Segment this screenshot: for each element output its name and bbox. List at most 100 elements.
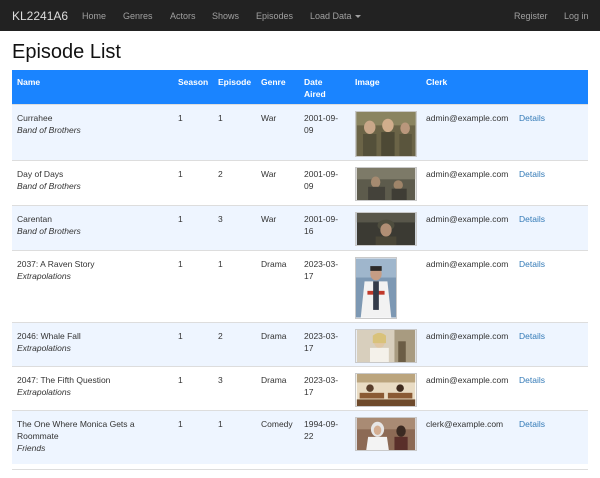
- series-name: Band of Brothers: [17, 181, 81, 191]
- date-line2: 17: [304, 387, 314, 397]
- season-cell: 1: [178, 169, 183, 179]
- series-name: Extrapolations: [17, 343, 71, 353]
- clerk-cell: admin@example.com: [426, 331, 509, 341]
- date-line2: 09: [304, 181, 314, 191]
- date-line1: 2023-03-: [304, 331, 339, 341]
- clerk-cell: admin@example.com: [426, 214, 509, 224]
- clerk-cell: admin@example.com: [426, 375, 509, 385]
- date-line2: 17: [304, 343, 314, 353]
- episode-name-cell: 2046: Whale Fall Extrapolations: [17, 330, 81, 354]
- episode-thumbnail: [355, 373, 417, 407]
- nav-login[interactable]: Log in: [564, 11, 589, 21]
- page-title: Episode List: [12, 41, 121, 63]
- table-row: 2046: Whale Fall Extrapolations 1 2 Drama…: [12, 322, 588, 366]
- clerk-cell: admin@example.com: [426, 169, 509, 179]
- episode-name: 2037: A Raven Story: [17, 259, 95, 269]
- date-line2: 09: [304, 125, 314, 135]
- episode-name: Currahee: [17, 113, 53, 123]
- nav-episodes[interactable]: Episodes: [256, 11, 293, 21]
- col-genre: Genre: [261, 77, 286, 87]
- date-cell: 2001-09- 16: [304, 213, 338, 237]
- date-line1: 2001-09-: [304, 214, 339, 224]
- details-link[interactable]: Details: [519, 418, 545, 430]
- nav-actors[interactable]: Actors: [170, 11, 196, 21]
- season-cell: 1: [178, 331, 183, 341]
- date-cell: 2001-09- 09: [304, 168, 338, 192]
- col-clerk: Clerk: [426, 77, 448, 87]
- date-line1: 2023-03-: [304, 375, 339, 385]
- details-link[interactable]: Details: [519, 112, 545, 124]
- episode-table: Name Season Episode Genre Date Aired Imag…: [12, 70, 588, 464]
- nav-home[interactable]: Home: [82, 11, 106, 21]
- nav-load-data-dropdown[interactable]: Load Data: [310, 11, 361, 21]
- genre-cell: Comedy: [261, 419, 293, 429]
- episode-name-cell: Carentan Band of Brothers: [17, 213, 81, 237]
- nav-register[interactable]: Register: [514, 11, 548, 21]
- episode-thumbnail: [355, 212, 417, 246]
- date-cell: 2001-09- 09: [304, 112, 338, 136]
- series-name: Band of Brothers: [17, 226, 81, 236]
- table-header: Name Season Episode Genre Date Aired Imag…: [12, 70, 588, 104]
- episode-name: 2046: Whale Fall: [17, 331, 81, 341]
- date-line1: 1994-09-: [304, 419, 339, 429]
- col-image: Image: [355, 77, 380, 87]
- nav-genres[interactable]: Genres: [123, 11, 153, 21]
- episode-thumbnail: [355, 111, 417, 157]
- episode-name: Day of Days: [17, 169, 64, 179]
- genre-cell: War: [261, 169, 277, 179]
- table-row: Carentan Band of Brothers 1 3 War 2001-09…: [12, 205, 588, 250]
- date-cell: 2023-03- 17: [304, 374, 338, 398]
- date-cell: 2023-03- 17: [304, 330, 338, 354]
- date-line1: 2001-09-: [304, 113, 339, 123]
- episode-name-cell: 2047: The Fifth Question Extrapolations: [17, 374, 110, 398]
- col-season: Season: [178, 77, 209, 87]
- genre-cell: Drama: [261, 331, 287, 341]
- details-link[interactable]: Details: [519, 258, 545, 270]
- episode-cell: 2: [218, 331, 223, 341]
- table-row: Currahee Band of Brothers 1 1 War 2001-09…: [12, 104, 588, 160]
- caret-down-icon: [354, 15, 361, 19]
- details-link[interactable]: Details: [519, 374, 545, 386]
- table-row: The One Where Monica Gets a Roommate Frien…: [12, 410, 588, 464]
- episode-name-cell: Currahee Band of Brothers: [17, 112, 81, 136]
- clerk-cell: admin@example.com: [426, 113, 509, 123]
- season-cell: 1: [178, 375, 183, 385]
- clerk-cell: clerk@example.com: [426, 419, 504, 429]
- episode-thumbnail: [355, 329, 417, 363]
- episode-cell: 1: [218, 113, 223, 123]
- episode-name: 2047: The Fifth Question: [17, 375, 111, 385]
- series-name: Band of Brothers: [17, 125, 81, 135]
- episode-name: Carentan: [17, 214, 52, 224]
- table-row: 2037: A Raven Story Extrapolations 1 1 Dr…: [12, 250, 588, 322]
- date-cell: 2023-03- 17: [304, 258, 338, 282]
- brand-link[interactable]: KL2241A6: [12, 9, 68, 23]
- details-link[interactable]: Details: [519, 168, 545, 180]
- season-cell: 1: [178, 113, 183, 123]
- col-episode: Episode: [218, 77, 252, 87]
- episode-name-cell: Day of Days Band of Brothers: [17, 168, 81, 192]
- date-line2: 17: [304, 271, 314, 281]
- series-name: Friends: [17, 443, 46, 453]
- col-name: Name: [17, 77, 41, 87]
- date-line2: 16: [304, 226, 314, 236]
- date-cell: 1994-09- 22: [304, 418, 338, 442]
- details-link[interactable]: Details: [519, 330, 545, 342]
- col-date-line2: Aired: [304, 89, 326, 99]
- series-name: Extrapolations: [17, 387, 71, 397]
- episode-thumbnail: [355, 167, 417, 201]
- episode-cell: 2: [218, 169, 223, 179]
- episode-name-cell: The One Where Monica Gets a Roommate Frien…: [17, 418, 135, 454]
- episode-name-line1: The One Where Monica Gets a: [17, 419, 135, 429]
- episode-cell: 3: [218, 375, 223, 385]
- series-name: Extrapolations: [17, 271, 71, 281]
- genre-cell: Drama: [261, 375, 287, 385]
- season-cell: 1: [178, 214, 183, 224]
- episode-thumbnail: [355, 417, 417, 451]
- episode-thumbnail: [355, 257, 397, 319]
- genre-cell: War: [261, 113, 277, 123]
- date-line2: 22: [304, 431, 314, 441]
- details-link[interactable]: Details: [519, 213, 545, 225]
- nav-shows[interactable]: Shows: [212, 11, 239, 21]
- season-cell: 1: [178, 419, 183, 429]
- episode-cell: 3: [218, 214, 223, 224]
